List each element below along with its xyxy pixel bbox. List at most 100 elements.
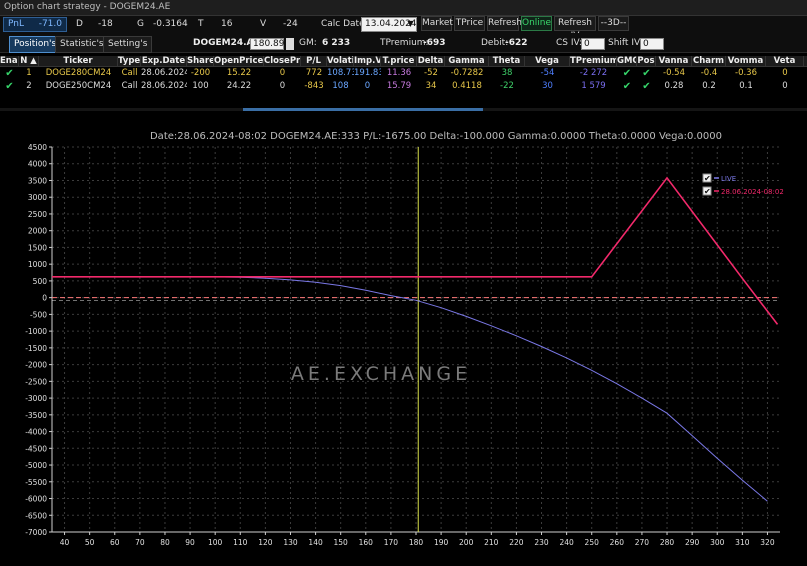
y-tick-label: -7000 bbox=[25, 528, 47, 537]
chart-svg[interactable]: Date:28.06.2024-08:02 DOGEM24.AE:333 P/L… bbox=[0, 112, 807, 566]
x-tick-label: 40 bbox=[60, 538, 70, 547]
col-tpremium[interactable]: TPremium bbox=[570, 56, 617, 67]
shift-iv-field[interactable]: 0 bbox=[640, 38, 664, 50]
exp-date-cell: 28.06.2024 bbox=[141, 81, 187, 91]
x-tick-label: 70 bbox=[135, 538, 145, 547]
col-type[interactable]: Type bbox=[118, 56, 141, 67]
dropdown-arrow-icon[interactable]: ▼ bbox=[406, 19, 415, 29]
tprice-button[interactable]: TPrice bbox=[454, 16, 485, 31]
refresh-button[interactable]: Refresh bbox=[487, 16, 522, 31]
gm-value: 6 233 bbox=[322, 38, 351, 48]
y-tick-label: 2000 bbox=[28, 227, 47, 236]
volatil-cell: 108 bbox=[332, 81, 349, 91]
open-price-cell[interactable]: 15.22 bbox=[214, 67, 264, 80]
payoff-chart[interactable]: Date:28.06.2024-08:02 DOGEM24.AE:333 P/L… bbox=[0, 112, 807, 566]
gmo-check-icon[interactable]: ✔ bbox=[617, 80, 637, 93]
tab-statistics[interactable]: Statistic's bbox=[55, 36, 109, 53]
x-tick-label: 220 bbox=[509, 538, 524, 547]
x-tick-label: 260 bbox=[610, 538, 625, 547]
enabled-check-icon[interactable]: ✔ bbox=[0, 80, 19, 93]
vomma-cell: 0.1 bbox=[739, 81, 753, 91]
impvo-cell: 0 bbox=[364, 81, 371, 91]
pnl-box: PnL -71.0 bbox=[3, 17, 67, 32]
cs-iv-field[interactable]: 0 bbox=[581, 38, 605, 50]
close-price-cell[interactable]: 0 bbox=[264, 67, 301, 80]
close-price-cell[interactable]: 0 bbox=[264, 80, 301, 93]
x-tick-label: 310 bbox=[735, 538, 750, 547]
col-enabled[interactable]: Enal bbox=[0, 56, 19, 67]
y-tick-label: 3000 bbox=[28, 193, 47, 202]
g-value: -0.3164 bbox=[153, 19, 188, 29]
y-tick-label: -3000 bbox=[25, 394, 47, 403]
enabled-check-icon[interactable]: ✔ bbox=[0, 67, 19, 80]
table-row[interactable]: ✔ 2 DOGE250CM24 Call 28.06.2024 100 24.2… bbox=[0, 80, 807, 93]
x-tick-label: 90 bbox=[185, 538, 195, 547]
open-price-cell[interactable]: 24.22 bbox=[214, 80, 264, 93]
ticker-cell: DOGE250CM24 bbox=[45, 81, 112, 91]
gmo-check-icon[interactable]: ✔ bbox=[617, 67, 637, 80]
y-tick-label: 1500 bbox=[28, 243, 47, 252]
tpremium-label: TPremium: bbox=[380, 38, 429, 48]
online-button[interactable]: Online bbox=[521, 16, 552, 31]
col-volatil[interactable]: Volatil bbox=[327, 56, 354, 67]
shares-cell[interactable]: 100 bbox=[187, 80, 214, 93]
check-icon: ✔ bbox=[704, 187, 711, 196]
scrollbar-thumb[interactable] bbox=[243, 108, 483, 111]
price-spinner-icon[interactable] bbox=[286, 38, 294, 50]
col-shares[interactable]: Shares bbox=[187, 56, 214, 67]
y-tick-label: 4500 bbox=[28, 143, 47, 152]
y-tick-label: 0 bbox=[42, 294, 47, 303]
col-gamma[interactable]: Gamma bbox=[445, 56, 489, 67]
col-open-price[interactable]: OpenPrice bbox=[214, 56, 264, 67]
x-tick-label: 250 bbox=[585, 538, 600, 547]
v-label: V bbox=[260, 19, 267, 29]
tab-settings[interactable]: Setting's bbox=[103, 36, 153, 53]
type-cell: Call bbox=[121, 81, 138, 91]
col-close-price[interactable]: ClosePri bbox=[264, 56, 301, 67]
col-pos[interactable]: Pos bbox=[637, 56, 656, 67]
col-n[interactable]: N ▲ bbox=[19, 56, 39, 67]
tab-positions[interactable]: Position's bbox=[9, 36, 62, 53]
col-theta[interactable]: Theta bbox=[489, 56, 525, 67]
pnl-value: -71.0 bbox=[38, 19, 62, 29]
x-tick-label: 200 bbox=[459, 538, 474, 547]
tprice-cell: 11.36 bbox=[386, 68, 412, 78]
col-exp-date[interactable]: Exp.Date bbox=[141, 56, 187, 67]
col-delta[interactable]: Delta bbox=[417, 56, 445, 67]
refresh-iv-button[interactable]: Refresh IV bbox=[554, 16, 596, 41]
positions-table-header: Enal N ▲ Ticker Type Exp.Date Shares Ope… bbox=[0, 56, 807, 67]
x-tick-label: 290 bbox=[685, 538, 700, 547]
x-tick-label: 100 bbox=[208, 538, 223, 547]
x-tick-label: 50 bbox=[85, 538, 95, 547]
col-ticker[interactable]: Ticker bbox=[39, 56, 118, 67]
col-charm[interactable]: Charm bbox=[692, 56, 726, 67]
pos-check-icon[interactable]: ✔ bbox=[637, 67, 656, 80]
col-veta[interactable]: Veta bbox=[766, 56, 804, 67]
col-vomma[interactable]: Vomma bbox=[726, 56, 766, 67]
shares-cell[interactable]: -200 bbox=[187, 67, 214, 80]
table-scroll-strip[interactable] bbox=[0, 108, 807, 111]
type-cell: Call bbox=[121, 68, 138, 78]
gm-label: GM: bbox=[299, 38, 317, 48]
view-3d-button[interactable]: --3D-- bbox=[598, 16, 629, 31]
legend-label: LIVE bbox=[721, 175, 736, 183]
col-pl[interactable]: P/L bbox=[301, 56, 327, 67]
theta-cell: 38 bbox=[501, 68, 513, 78]
table-row[interactable]: ✔ 1 DOGE280CM24 Call 28.06.2024 -200 15.… bbox=[0, 67, 807, 80]
col-impvo[interactable]: Imp.Vo bbox=[354, 56, 381, 67]
x-tick-label: 170 bbox=[384, 538, 399, 547]
veta-cell: 0 bbox=[782, 68, 788, 78]
col-gmo[interactable]: GMO bbox=[617, 56, 637, 67]
y-tick-label: -4500 bbox=[25, 444, 47, 453]
symbol-price-field[interactable]: 180.89 bbox=[250, 38, 285, 50]
market-button[interactable]: Market bbox=[421, 16, 453, 31]
col-vanna[interactable]: Vanna bbox=[656, 56, 692, 67]
col-tprice[interactable]: T.price bbox=[381, 56, 417, 67]
gamma-cell: 0.4118 bbox=[452, 81, 482, 91]
x-tick-label: 130 bbox=[283, 538, 298, 547]
v-value: -24 bbox=[283, 19, 298, 29]
pos-check-icon[interactable]: ✔ bbox=[637, 80, 656, 93]
vega-cell: -54 bbox=[540, 68, 555, 78]
col-vega[interactable]: Vega bbox=[525, 56, 570, 67]
x-tick-label: 120 bbox=[258, 538, 273, 547]
